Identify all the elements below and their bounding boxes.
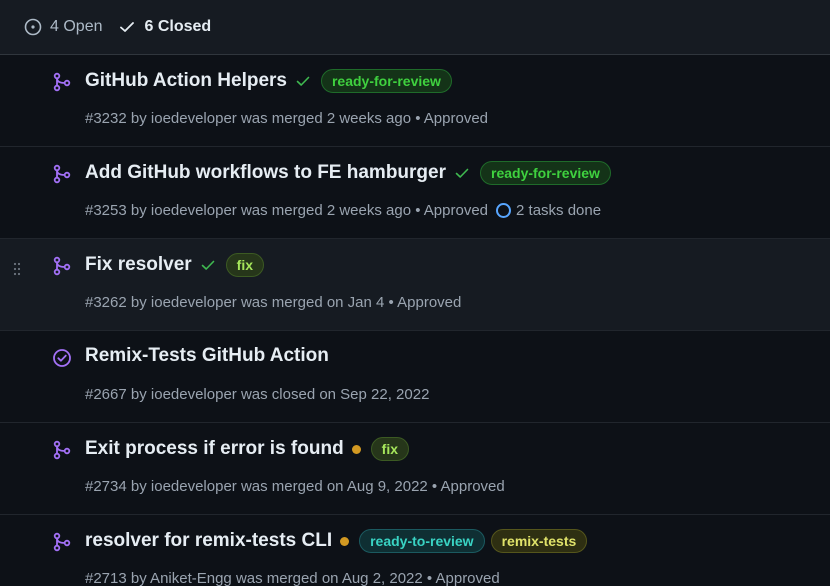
pull-request-meta: #2734 by ioedeveloper was merged on Aug … [85,478,505,495]
title-line: GitHub Action Helpers ready-for-review [85,69,452,93]
success-check-icon [455,168,469,178]
title-line: Add GitHub workflows to FE hamburger read… [85,161,611,185]
pull-request-row[interactable]: resolver for remix-tests CLI ready-to-rev… [0,515,830,586]
pull-request-row[interactable]: Add GitHub workflows to FE hamburger read… [0,147,830,239]
tasks-progress: 2 tasks done [496,202,601,219]
title-line: Fix resolver fix [85,253,265,277]
merged-state [52,164,72,184]
drag-handle-icon[interactable] [12,262,22,276]
pull-request-meta: #3253 by ioedeveloper was merged 2 weeks… [85,202,601,219]
label-badge[interactable]: ready-to-review [359,529,485,553]
closed-state [52,348,72,368]
label-badge[interactable]: ready-for-review [480,161,611,185]
pull-request-title[interactable]: Add GitHub workflows to FE hamburger [85,162,446,184]
label-badge[interactable]: fix [370,437,410,461]
merged-state [52,256,72,276]
open-count-label: 4 Open [50,18,103,35]
checks-pending-status[interactable] [351,444,361,454]
pull-request-meta: #3262 by ioedeveloper was merged on Jan … [85,294,461,311]
progress-ring-icon [496,203,512,218]
meta-text: #2713 by Aniket-Engg was merged on Aug 2… [85,570,500,586]
check-icon [120,22,135,32]
pull-request-row[interactable]: Fix resolver fix #3262 by ioedeveloper was… [0,239,830,331]
checks-passed-status[interactable] [200,257,216,273]
pull-request-title[interactable]: GitHub Action Helpers [85,70,287,92]
label-badge[interactable]: remix-tests [490,529,588,553]
merged-icon [53,72,71,92]
pull-request-meta: #2667 by ioedeveloper was closed on Sep … [85,386,429,403]
pull-request-meta: #2713 by Aniket-Engg was merged on Aug 2… [85,570,500,586]
pull-request-title[interactable]: resolver for remix-tests CLI [85,530,332,552]
closed-count-label: 6 Closed [144,18,212,35]
merged-icon [53,440,71,460]
merged-icon [53,256,71,276]
meta-text: #3232 by ioedeveloper was merged 2 weeks… [85,110,489,127]
meta-text: #3253 by ioedeveloper was merged 2 weeks… [85,202,489,219]
merged-state [52,72,72,92]
pending-dot-icon [351,444,361,454]
pull-request-meta: #3232 by ioedeveloper was merged 2 weeks… [85,110,488,127]
closed-check-circle-icon [53,349,71,367]
open-filter-tab[interactable]: 4 Open [24,18,102,36]
title-line: Exit process if error is found fix [85,437,410,461]
tasks-text: 2 tasks done [516,202,602,219]
title-line: Remix-Tests GitHub Action [85,345,329,367]
meta-text: #2667 by ioedeveloper was closed on Sep … [85,386,430,403]
success-check-icon [296,76,310,86]
pull-request-title[interactable]: Exit process if error is found [85,438,344,460]
pending-dot-icon [340,536,350,546]
pull-request-row[interactable]: Remix-Tests GitHub Action #2667 by ioedev… [0,331,830,423]
meta-text: #3262 by ioedeveloper was merged on Jan … [85,294,462,311]
checks-passed-status[interactable] [454,165,470,181]
list-header: 4 Open 6 Closed [0,0,830,55]
label-badge[interactable]: fix [225,253,265,277]
merged-icon [53,164,71,184]
pull-request-row[interactable]: Exit process if error is found fix #2734 b… [0,423,830,515]
checks-pending-status[interactable] [340,536,350,546]
label-badge[interactable]: ready-for-review [320,69,452,93]
closed-filter-tab[interactable]: 6 Closed [118,18,211,36]
success-check-icon [201,260,214,270]
pull-request-list: 4 Open 6 Closed GitHub Action Helpers rea… [0,0,830,586]
checks-passed-status[interactable] [295,73,311,89]
open-circle-icon [24,18,42,36]
merged-icon [53,532,71,552]
pull-request-title[interactable]: Fix resolver [85,254,192,276]
merged-state [52,440,72,460]
title-line: resolver for remix-tests CLI ready-to-rev… [85,529,588,553]
merged-state [52,532,72,552]
pull-request-row[interactable]: GitHub Action Helpers ready-for-review #32… [0,55,830,147]
pull-request-title[interactable]: Remix-Tests GitHub Action [85,345,329,367]
meta-text: #2734 by ioedeveloper was merged on Aug … [85,478,505,495]
